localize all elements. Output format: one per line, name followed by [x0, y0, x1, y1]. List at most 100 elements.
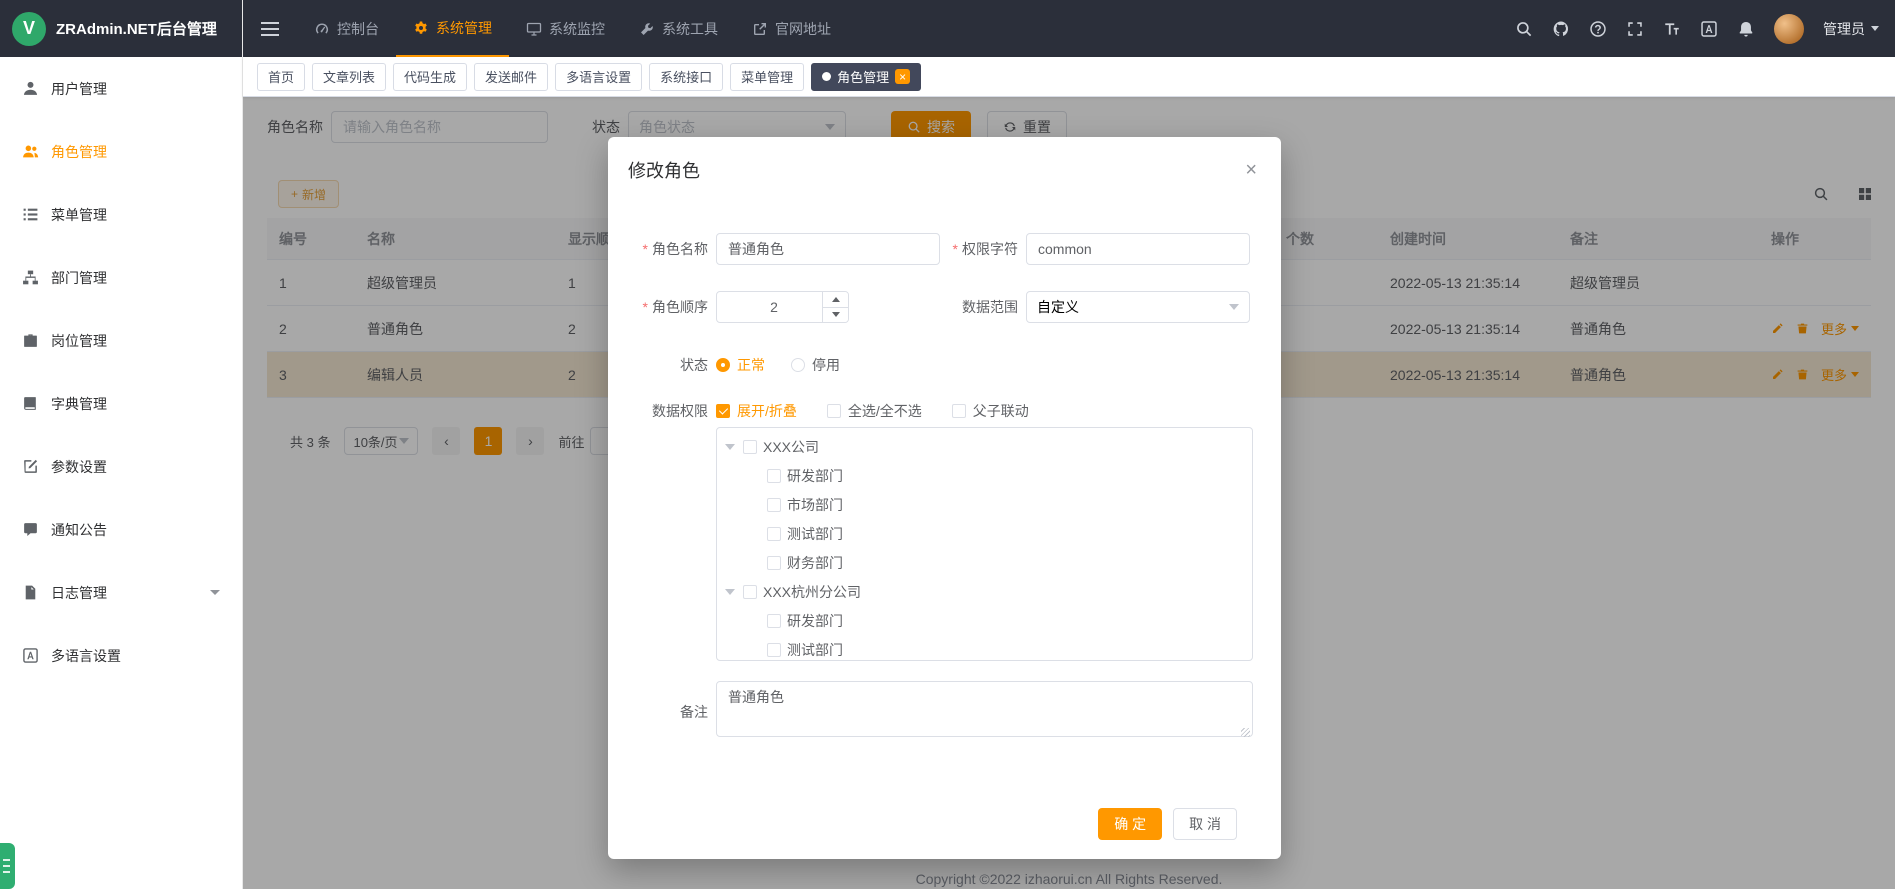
- data-scope-field-label: 数据范围: [950, 297, 1026, 317]
- checkbox-icon: [716, 404, 730, 418]
- perm-char-field[interactable]: [1026, 233, 1250, 265]
- edit-square-icon: [22, 458, 39, 475]
- radio-icon: [791, 358, 805, 372]
- data-scope-select[interactable]: 自定义: [1026, 291, 1250, 323]
- sidebar-item-parameters[interactable]: 参数设置: [0, 435, 242, 498]
- tab-role-management[interactable]: 角色管理 ×: [811, 63, 921, 91]
- nav-item-system-tools[interactable]: 系统工具: [622, 0, 735, 57]
- tab-system-api[interactable]: 系统接口: [649, 63, 723, 91]
- avatar[interactable]: [1774, 14, 1804, 44]
- wrench-icon: [639, 21, 655, 37]
- nav-item-official-site[interactable]: 官网地址: [735, 0, 848, 57]
- caret-down-icon[interactable]: [725, 589, 735, 595]
- nav-item-system-management[interactable]: 系统管理: [396, 0, 509, 57]
- chat-bubble-icon: [22, 521, 39, 538]
- external-link-icon: [752, 21, 768, 37]
- radio-status-normal[interactable]: 正常: [716, 355, 765, 375]
- status-field-label: 状态: [614, 355, 716, 375]
- dialog-footer: 确 定 取 消: [614, 808, 1259, 840]
- dialog-header: 修改角色 ×: [608, 137, 1281, 181]
- tree-node[interactable]: XXX杭州分公司: [717, 577, 1252, 606]
- tree-node[interactable]: XXX公司: [717, 432, 1252, 461]
- checkbox-icon[interactable]: [767, 527, 781, 541]
- search-icon[interactable]: [1515, 20, 1533, 38]
- role-order-field-label: 角色顺序: [614, 297, 716, 317]
- user-menu[interactable]: 管理员: [1823, 19, 1879, 39]
- sidebar-item-label: 岗位管理: [51, 331, 107, 351]
- tab-home[interactable]: 首页: [257, 63, 305, 91]
- nav-item-label: 官网地址: [775, 19, 831, 39]
- close-icon[interactable]: ×: [1245, 161, 1257, 179]
- sidebar-menu: 用户管理 角色管理 菜单管理 部门管理 岗位管理 字典管理 参数设置 通知公告 …: [0, 57, 242, 687]
- tree-node[interactable]: 研发部门: [717, 606, 1252, 635]
- tab-i18n-settings[interactable]: 多语言设置: [555, 63, 642, 91]
- checkbox-icon[interactable]: [767, 614, 781, 628]
- top-navbar: 控制台 系统管理 系统监控 系统工具 官网地址 管理员: [243, 0, 1895, 57]
- decrease-button[interactable]: [823, 308, 848, 323]
- github-icon[interactable]: [1552, 20, 1570, 38]
- language-switch-icon[interactable]: [1700, 20, 1718, 38]
- data-perm-field-label: 数据权限: [614, 401, 716, 421]
- hamburger-icon[interactable]: [243, 22, 297, 36]
- fullscreen-icon[interactable]: [1626, 20, 1644, 38]
- increase-button[interactable]: [823, 292, 848, 308]
- app-title: ZRAdmin.NET后台管理: [56, 18, 217, 39]
- checkbox-icon[interactable]: [767, 469, 781, 483]
- caret-down-icon[interactable]: [725, 444, 735, 450]
- sidebar-item-label: 部门管理: [51, 268, 107, 288]
- tree-node[interactable]: 财务部门: [717, 548, 1252, 577]
- sidebar-item-notices[interactable]: 通知公告: [0, 498, 242, 561]
- sidebar-item-i18n[interactable]: 多语言设置: [0, 624, 242, 687]
- radio-status-disabled[interactable]: 停用: [791, 355, 840, 375]
- tab-send-mail[interactable]: 发送邮件: [474, 63, 548, 91]
- tree-node[interactable]: 市场部门: [717, 490, 1252, 519]
- checkbox-icon[interactable]: [767, 643, 781, 657]
- sidebar-item-menus[interactable]: 菜单管理: [0, 183, 242, 246]
- remark-field-label: 备注: [614, 702, 716, 722]
- app-logo: V ZRAdmin.NET后台管理: [0, 0, 242, 57]
- user-icon: [22, 80, 39, 97]
- sidebar-item-positions[interactable]: 岗位管理: [0, 309, 242, 372]
- font-size-icon[interactable]: [1663, 20, 1681, 38]
- chevron-down-icon: [1871, 26, 1879, 31]
- tab-article-list[interactable]: 文章列表: [312, 63, 386, 91]
- remark-textarea[interactable]: 普通角色: [716, 681, 1253, 737]
- checkbox-icon[interactable]: [767, 556, 781, 570]
- nav-item-label: 系统管理: [436, 18, 492, 38]
- sidebar-item-users[interactable]: 用户管理: [0, 57, 242, 120]
- sidebar-item-departments[interactable]: 部门管理: [0, 246, 242, 309]
- dashboard-icon: [314, 21, 330, 37]
- support-widget[interactable]: [0, 843, 15, 889]
- bell-icon[interactable]: [1737, 20, 1755, 38]
- tree-node[interactable]: 测试部门: [717, 635, 1252, 661]
- close-icon[interactable]: ×: [895, 69, 910, 84]
- confirm-button[interactable]: 确 定: [1098, 808, 1162, 840]
- checkbox-expand-collapse[interactable]: 展开/折叠: [716, 401, 797, 421]
- role-name-field-label: 角色名称: [614, 239, 716, 259]
- checkbox-icon: [827, 404, 841, 418]
- active-dot-icon: [822, 72, 831, 81]
- tab-code-gen[interactable]: 代码生成: [393, 63, 467, 91]
- checkbox-icon[interactable]: [743, 585, 757, 599]
- nav-item-system-monitor[interactable]: 系统监控: [509, 0, 622, 57]
- nav-item-label: 系统监控: [549, 19, 605, 39]
- checkbox-icon[interactable]: [743, 440, 757, 454]
- nav-item-console[interactable]: 控制台: [297, 0, 396, 57]
- checkbox-icon[interactable]: [767, 498, 781, 512]
- tab-menu-management[interactable]: 菜单管理: [730, 63, 804, 91]
- sidebar-item-dictionary[interactable]: 字典管理: [0, 372, 242, 435]
- logo-icon: V: [12, 12, 46, 46]
- checkbox-parent-child-link[interactable]: 父子联动: [952, 401, 1029, 421]
- sidebar-item-label: 多语言设置: [51, 646, 121, 666]
- help-icon[interactable]: [1589, 20, 1607, 38]
- resize-handle[interactable]: [1241, 728, 1250, 737]
- dialog-body: 角色名称 权限字符 角色顺序 数据范围: [608, 233, 1281, 840]
- cancel-button[interactable]: 取 消: [1173, 808, 1237, 840]
- sidebar-item-logs[interactable]: 日志管理: [0, 561, 242, 624]
- tree-node[interactable]: 测试部门: [717, 519, 1252, 548]
- tree-node[interactable]: 研发部门: [717, 461, 1252, 490]
- checkbox-select-all[interactable]: 全选/全不选: [827, 401, 922, 421]
- sidebar-item-label: 用户管理: [51, 79, 107, 99]
- role-name-field[interactable]: [716, 233, 940, 265]
- sidebar-item-roles[interactable]: 角色管理: [0, 120, 242, 183]
